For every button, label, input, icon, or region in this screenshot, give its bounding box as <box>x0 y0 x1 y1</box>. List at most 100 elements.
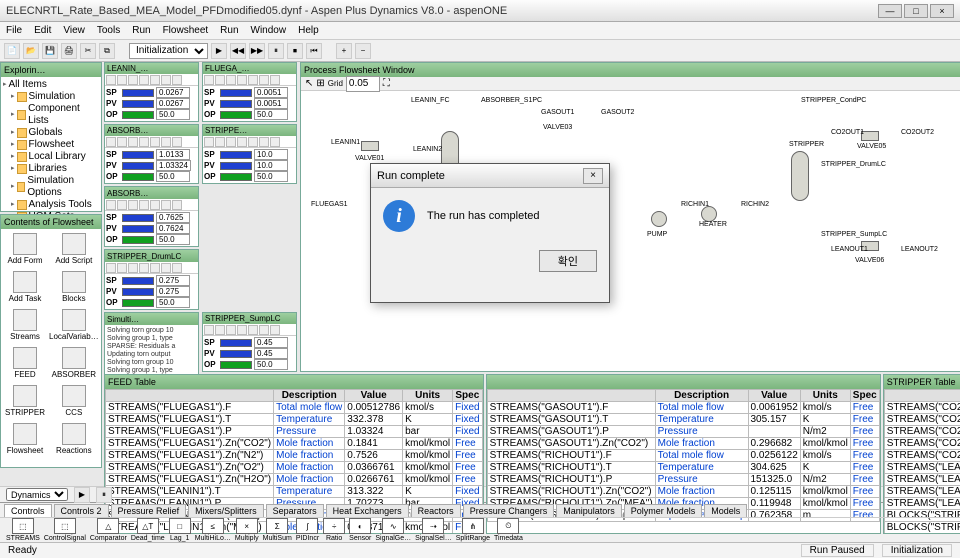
grid-icon[interactable]: ⊞ <box>316 78 324 89</box>
table-row[interactable]: STREAMS("FLUEGAS1").TTemperature332.378K… <box>106 414 483 426</box>
tree-root[interactable]: All Items <box>3 79 99 91</box>
contents-item[interactable]: Flowsheet <box>5 423 45 455</box>
controller-panel[interactable]: ABSORB…SP1.0133PV1.03324OP50.0 <box>104 124 199 184</box>
palette-tab[interactable]: Controls <box>4 504 52 517</box>
flowsheet-label[interactable]: ABSORBER_S1PC <box>481 97 542 104</box>
ctrl-tool-icon[interactable] <box>150 263 160 273</box>
palette-item[interactable]: ◐Sensor <box>349 518 371 542</box>
palette-tab[interactable]: Heat Exchangers <box>326 504 409 517</box>
dynamics-mode-select[interactable]: Dynamics <box>6 488 68 501</box>
table-row[interactable]: STREAMS("FLUEGAS1").Zn("N2")Mole fractio… <box>106 450 483 462</box>
contents-item[interactable]: Reactions <box>49 423 99 455</box>
ctrl-tool-icon[interactable] <box>139 263 149 273</box>
cut-icon[interactable]: ✂ <box>80 43 96 59</box>
palette-item[interactable]: △TDead_time <box>131 518 165 542</box>
table-row[interactable]: STREAMS("GASOUT1").PPressureN/m2Free <box>487 426 879 438</box>
palette-tab[interactable]: Pressure Changers <box>463 504 555 517</box>
ctrl-tool-icon[interactable] <box>248 137 258 147</box>
ctrl-tool-icon[interactable] <box>150 75 160 85</box>
flowsheet-label[interactable]: LEANIN1 <box>331 139 360 146</box>
flowsheet-label[interactable]: STRIPPER_SumpLC <box>821 231 887 238</box>
contents-item[interactable]: Add Form <box>5 233 45 265</box>
table-row[interactable]: STREAMS("CO2OUT1").FTotal mole flow0.001… <box>884 402 960 414</box>
ctrl-tool-icon[interactable] <box>172 200 182 210</box>
contents-item[interactable]: STRIPPER <box>5 385 45 417</box>
print-icon[interactable]: 🖨 <box>61 43 77 59</box>
play-icon[interactable]: ▶ <box>211 43 227 59</box>
ctrl-tool-icon[interactable] <box>204 325 214 335</box>
tree-node[interactable]: Simulation <box>3 91 99 103</box>
palette-item[interactable]: □Lag_1 <box>169 518 191 542</box>
new-icon[interactable]: 📄 <box>4 43 20 59</box>
open-icon[interactable]: 📂 <box>23 43 39 59</box>
ctrl-tool-icon[interactable] <box>161 137 171 147</box>
palette-item[interactable]: ×Multiply <box>235 518 259 542</box>
palette-tab[interactable]: Models <box>704 504 747 517</box>
table-row[interactable]: STREAMS("GASOUT1").FTotal mole flow0.006… <box>487 402 879 414</box>
contents-item[interactable]: Add Task <box>5 271 45 303</box>
palette-tab[interactable]: Manipulators <box>556 504 622 517</box>
ctrl-tool-icon[interactable] <box>139 200 149 210</box>
ctrl-tool-icon[interactable] <box>172 263 182 273</box>
flowsheet-label[interactable]: STRIPPER_CondPC <box>801 97 866 104</box>
contents-item[interactable]: CCS <box>49 385 99 417</box>
flowsheet-label[interactable]: LEANOUT2 <box>901 246 938 253</box>
ctrl-tool-icon[interactable] <box>150 200 160 210</box>
ctrl-tool-icon[interactable] <box>117 200 127 210</box>
ctrl-tool-icon[interactable] <box>106 263 116 273</box>
palette-item[interactable]: ∿SignalGe… <box>375 518 411 542</box>
palette-item[interactable]: ⇢SignalSel… <box>415 518 452 542</box>
table-row[interactable]: STREAMS("LEANOUT1").FTotal mole flow0.02… <box>884 462 960 474</box>
contents-item[interactable]: Add Script <box>49 233 99 265</box>
run-mode-select[interactable]: Initialization <box>129 43 208 59</box>
zoom-out-icon[interactable]: − <box>355 43 371 59</box>
menu-help[interactable]: Help <box>298 25 319 36</box>
table-row[interactable]: STREAMS("FLUEGAS1").PPressure1.03324barF… <box>106 426 483 438</box>
dialog-ok-button[interactable]: 확인 <box>539 250 597 272</box>
flowsheet-label[interactable]: LEANIN2 <box>413 146 442 153</box>
ctrl-tool-icon[interactable] <box>248 75 258 85</box>
pump-block[interactable] <box>651 211 667 227</box>
ctrl-tool-icon[interactable] <box>128 263 138 273</box>
contents-item[interactable]: LocalVariab… <box>49 309 99 341</box>
menu-window[interactable]: Window <box>251 25 287 36</box>
save-icon[interactable]: 💾 <box>42 43 58 59</box>
tree-node[interactable]: Globals <box>3 127 99 139</box>
contents-item[interactable]: Streams <box>5 309 45 341</box>
palette-item[interactable]: ΣMultiSum <box>263 518 292 542</box>
ctrl-tool-icon[interactable] <box>106 137 116 147</box>
palette-tab[interactable]: Pressure Relief <box>111 504 187 517</box>
table-row[interactable]: STREAMS("GASOUT1").TTemperature305.157KF… <box>487 414 879 426</box>
ctrl-tool-icon[interactable] <box>139 75 149 85</box>
close-button[interactable]: × <box>930 4 954 18</box>
ctrl-tool-icon[interactable] <box>128 137 138 147</box>
palette-item[interactable]: ⏲Timedata <box>494 518 523 542</box>
controller-panel[interactable]: STRIPPER_SumpLCSP0.45PV0.45OP50.0 <box>202 312 297 372</box>
table-row[interactable]: STREAMS("CO2OUT1").TTemperature362.775KF… <box>884 414 960 426</box>
run-play-icon[interactable]: ▶ <box>74 487 90 503</box>
ctrl-tool-icon[interactable] <box>215 75 225 85</box>
palette-item[interactable]: ⋔SplitRange <box>456 518 490 542</box>
flowsheet-label[interactable]: CO2OUT1 <box>831 129 864 136</box>
ctrl-tool-icon[interactable] <box>204 137 214 147</box>
stop-icon[interactable]: ⏹ <box>287 43 303 59</box>
table-row[interactable]: STREAMS("LEANOUT1").Zn("CO2")Mole fracti… <box>884 486 960 498</box>
flowsheet-label[interactable]: GASOUT1 <box>541 109 574 116</box>
ctrl-tool-icon[interactable] <box>226 137 236 147</box>
dialog-close-button[interactable]: × <box>583 168 603 184</box>
step-fwd-icon[interactable]: ▶▶ <box>249 43 265 59</box>
palette-item[interactable]: ≤MultiHiLo… <box>195 518 231 542</box>
controller-panel[interactable]: FLUEGA_…SP0.0051PV0.0051OP50.0 <box>202 62 297 122</box>
ctrl-tool-icon[interactable] <box>172 75 182 85</box>
ctrl-tool-icon[interactable] <box>161 263 171 273</box>
ctrl-tool-icon[interactable] <box>106 75 116 85</box>
ctrl-tool-icon[interactable] <box>150 137 160 147</box>
tree-node[interactable]: Local Library <box>3 151 99 163</box>
dialog-titlebar[interactable]: Run complete × <box>371 164 609 188</box>
palette-tab[interactable]: Controls 2 <box>54 504 109 517</box>
flowsheet-label[interactable]: HEATER <box>699 221 727 228</box>
menu-run[interactable]: Run <box>220 25 238 36</box>
flowsheet-label[interactable]: STRIPPER_DrumLC <box>821 161 886 168</box>
palette-tab[interactable]: Polymer Models <box>624 504 703 517</box>
ctrl-tool-icon[interactable] <box>226 75 236 85</box>
